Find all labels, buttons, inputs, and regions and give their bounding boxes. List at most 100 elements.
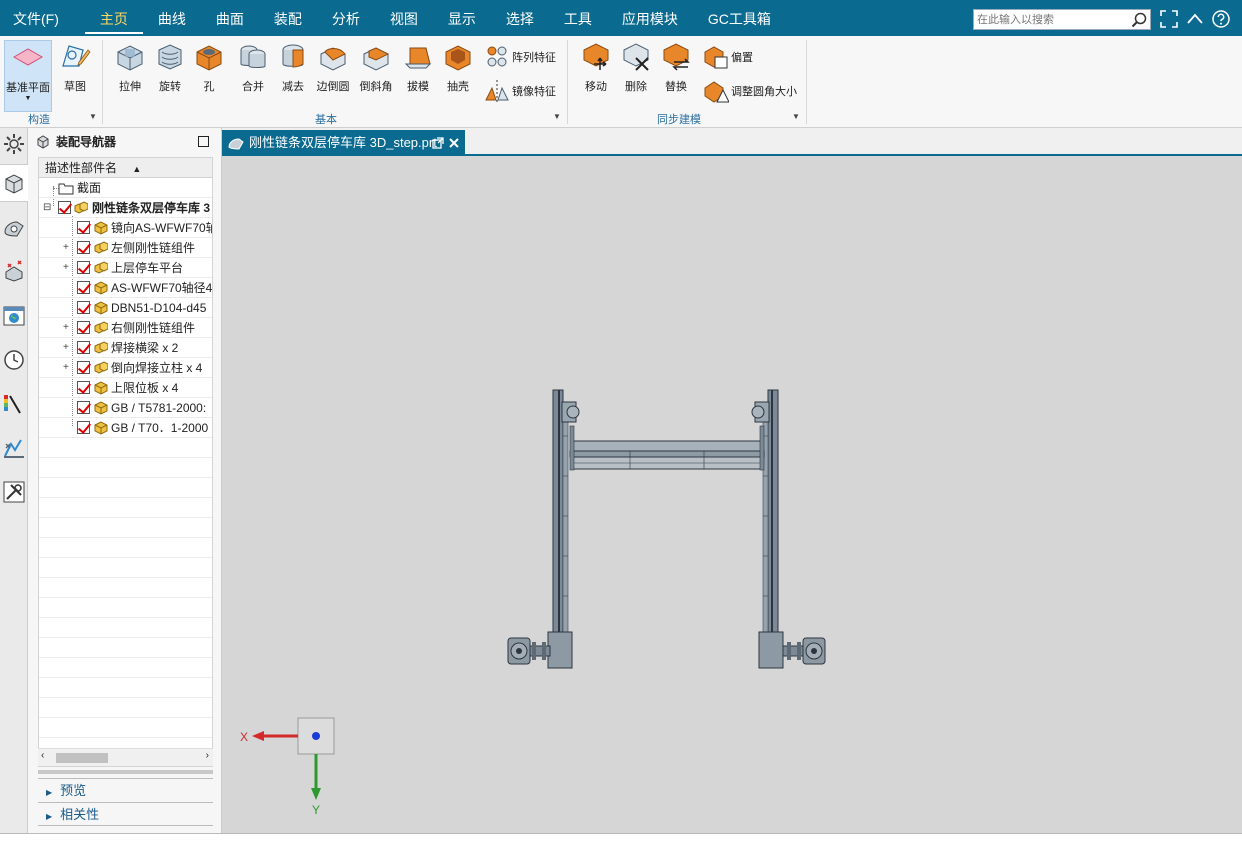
- tree-row-part[interactable]: 上限位板 x 4: [39, 378, 212, 398]
- tree-row-subassembly[interactable]: + 上层停车平台: [39, 258, 212, 278]
- replace-face-button[interactable]: 替换: [655, 40, 697, 96]
- draft-button[interactable]: 拔模: [397, 40, 439, 96]
- menu-home[interactable]: 主页: [84, 0, 143, 36]
- close-tab-icon[interactable]: [448, 137, 460, 149]
- tree-row-subassembly[interactable]: + 焊接横梁 x 2: [39, 338, 212, 358]
- menu-assembly[interactable]: 装配: [259, 0, 317, 36]
- assembly-navigator-icon[interactable]: [2, 171, 26, 195]
- visibility-checkbox[interactable]: [77, 241, 90, 254]
- sync-group-dropdown-icon[interactable]: ▼: [792, 112, 800, 121]
- tree-row-part[interactable]: GB / T5781-2000:: [39, 398, 212, 418]
- menu-file[interactable]: 文件(F): [0, 0, 85, 36]
- search-input[interactable]: [974, 10, 1124, 29]
- menu-display[interactable]: 显示: [433, 0, 491, 36]
- sort-ascending-icon[interactable]: ▲: [132, 164, 141, 174]
- help-icon[interactable]: [1211, 9, 1231, 29]
- expand-icon[interactable]: +: [63, 358, 69, 378]
- menu-tools[interactable]: 工具: [549, 0, 607, 36]
- hole-button[interactable]: 孔: [188, 40, 230, 96]
- unite-label: 合并: [242, 81, 264, 93]
- menu-analysis[interactable]: 分析: [317, 0, 375, 36]
- tree-row-part[interactable]: AS-WFWF70轴径4: [39, 278, 212, 298]
- tree-column-header[interactable]: 描述性部件名 ▲: [39, 158, 212, 178]
- left-tower: [547, 389, 580, 669]
- visibility-checkbox[interactable]: [77, 361, 90, 374]
- resize-blend-button[interactable]: 调整圆角大小: [703, 78, 797, 104]
- move-face-button[interactable]: 移动: [575, 40, 617, 96]
- tree-horizontal-scrollbar[interactable]: ‹ ›: [38, 748, 213, 766]
- tree-row-part[interactable]: GB / T70．1-2000: [39, 418, 212, 438]
- maximize-panel-icon[interactable]: [198, 136, 209, 147]
- mirror-feature-button[interactable]: 镜像特征: [484, 78, 556, 104]
- panel-splitter[interactable]: [38, 770, 213, 774]
- datum-plane-label: 基准平面: [6, 82, 50, 94]
- document-tab[interactable]: 刚性链条双层停车库 3D_step.prt: [222, 130, 465, 156]
- visibility-checkbox[interactable]: [58, 201, 71, 214]
- datum-plane-dropdown-icon[interactable]: ▼: [5, 95, 51, 102]
- visibility-checkbox[interactable]: [77, 261, 90, 274]
- pattern-feature-button[interactable]: 阵列特征: [484, 44, 556, 70]
- tree-row-section[interactable]: 截面: [39, 178, 212, 198]
- sketch-button[interactable]: 草图: [54, 40, 96, 96]
- visibility-checkbox[interactable]: [77, 301, 90, 314]
- basic-group-dropdown-icon[interactable]: ▼: [553, 112, 561, 121]
- unite-button[interactable]: 合并: [232, 40, 274, 96]
- collapse-icon[interactable]: ⊟: [43, 198, 51, 218]
- menu-applications[interactable]: 应用模块: [607, 0, 693, 36]
- expand-icon[interactable]: +: [63, 238, 69, 258]
- web-browser-icon[interactable]: [2, 304, 26, 328]
- menu-curve[interactable]: 曲线: [143, 0, 201, 36]
- offset-face-button[interactable]: 偏置: [703, 44, 753, 70]
- view-triad[interactable]: X Y: [240, 717, 335, 817]
- palette-icon[interactable]: [2, 392, 26, 416]
- detach-window-icon[interactable]: [432, 137, 444, 149]
- scroll-left-icon[interactable]: ‹: [41, 750, 44, 761]
- scroll-right-icon[interactable]: ›: [206, 750, 209, 761]
- expand-icon[interactable]: +: [63, 258, 69, 278]
- history-clock-icon[interactable]: [2, 348, 26, 372]
- visibility-checkbox[interactable]: [77, 221, 90, 234]
- expand-icon[interactable]: +: [63, 318, 69, 338]
- tree-row-label: 镜向AS-WFWF70轴: [111, 221, 213, 235]
- visibility-checkbox[interactable]: [77, 381, 90, 394]
- menu-surface[interactable]: 曲面: [201, 0, 259, 36]
- relevance-section[interactable]: ▶ 相关性: [38, 802, 213, 826]
- delete-face-button[interactable]: 删除: [615, 40, 657, 96]
- tree-row-subassembly[interactable]: + 右侧刚性链组件: [39, 318, 212, 338]
- part-navigator-icon[interactable]: [2, 258, 26, 282]
- visibility-checkbox[interactable]: [77, 281, 90, 294]
- tree-row-subassembly[interactable]: + 左侧刚性链组件: [39, 238, 212, 258]
- expand-icon[interactable]: +: [63, 338, 69, 358]
- tools-icon[interactable]: [2, 480, 26, 504]
- tree-row-part[interactable]: DBN51-D104-d45: [39, 298, 212, 318]
- mirror-feature-label: 镜像特征: [512, 86, 556, 98]
- menu-view[interactable]: 视图: [375, 0, 433, 36]
- tree-row-part[interactable]: 镜向AS-WFWF70轴: [39, 218, 212, 238]
- preview-section[interactable]: ▶ 预览: [38, 778, 213, 802]
- constraint-navigator-icon[interactable]: [2, 216, 26, 240]
- roles-icon[interactable]: [2, 436, 26, 460]
- datum-plane-button[interactable]: 基准平面 ▼: [4, 40, 52, 112]
- collapse-ribbon-icon[interactable]: [1185, 9, 1205, 29]
- scrollbar-thumb[interactable]: [56, 753, 108, 763]
- search-icon[interactable]: [1131, 12, 1147, 28]
- visibility-checkbox[interactable]: [77, 401, 90, 414]
- revolve-button[interactable]: 旋转: [149, 40, 191, 96]
- fullscreen-icon[interactable]: [1159, 9, 1179, 29]
- settings-gear-icon[interactable]: [2, 132, 26, 156]
- extrude-button[interactable]: 拉伸: [109, 40, 151, 96]
- visibility-checkbox[interactable]: [77, 341, 90, 354]
- chamfer-button[interactable]: 倒斜角: [355, 40, 397, 96]
- visibility-checkbox[interactable]: [77, 421, 90, 434]
- construct-group-dropdown-icon[interactable]: ▼: [89, 112, 97, 121]
- menu-select[interactable]: 选择: [491, 0, 549, 36]
- visibility-checkbox[interactable]: [77, 321, 90, 334]
- shell-button[interactable]: 抽壳: [437, 40, 479, 96]
- construct-group-label: 构造: [28, 114, 50, 126]
- menu-gc-toolbox[interactable]: GC工具箱: [693, 0, 786, 36]
- edge-blend-button[interactable]: 边倒圆: [312, 40, 354, 96]
- subtract-button[interactable]: 减去: [272, 40, 314, 96]
- tree-row-subassembly[interactable]: + 倒向焊接立柱 x 4: [39, 358, 212, 378]
- graphics-viewport[interactable]: X Y: [222, 156, 1242, 833]
- tree-row-root-assembly[interactable]: ⊟ 刚性链条双层停车库 3: [39, 198, 212, 218]
